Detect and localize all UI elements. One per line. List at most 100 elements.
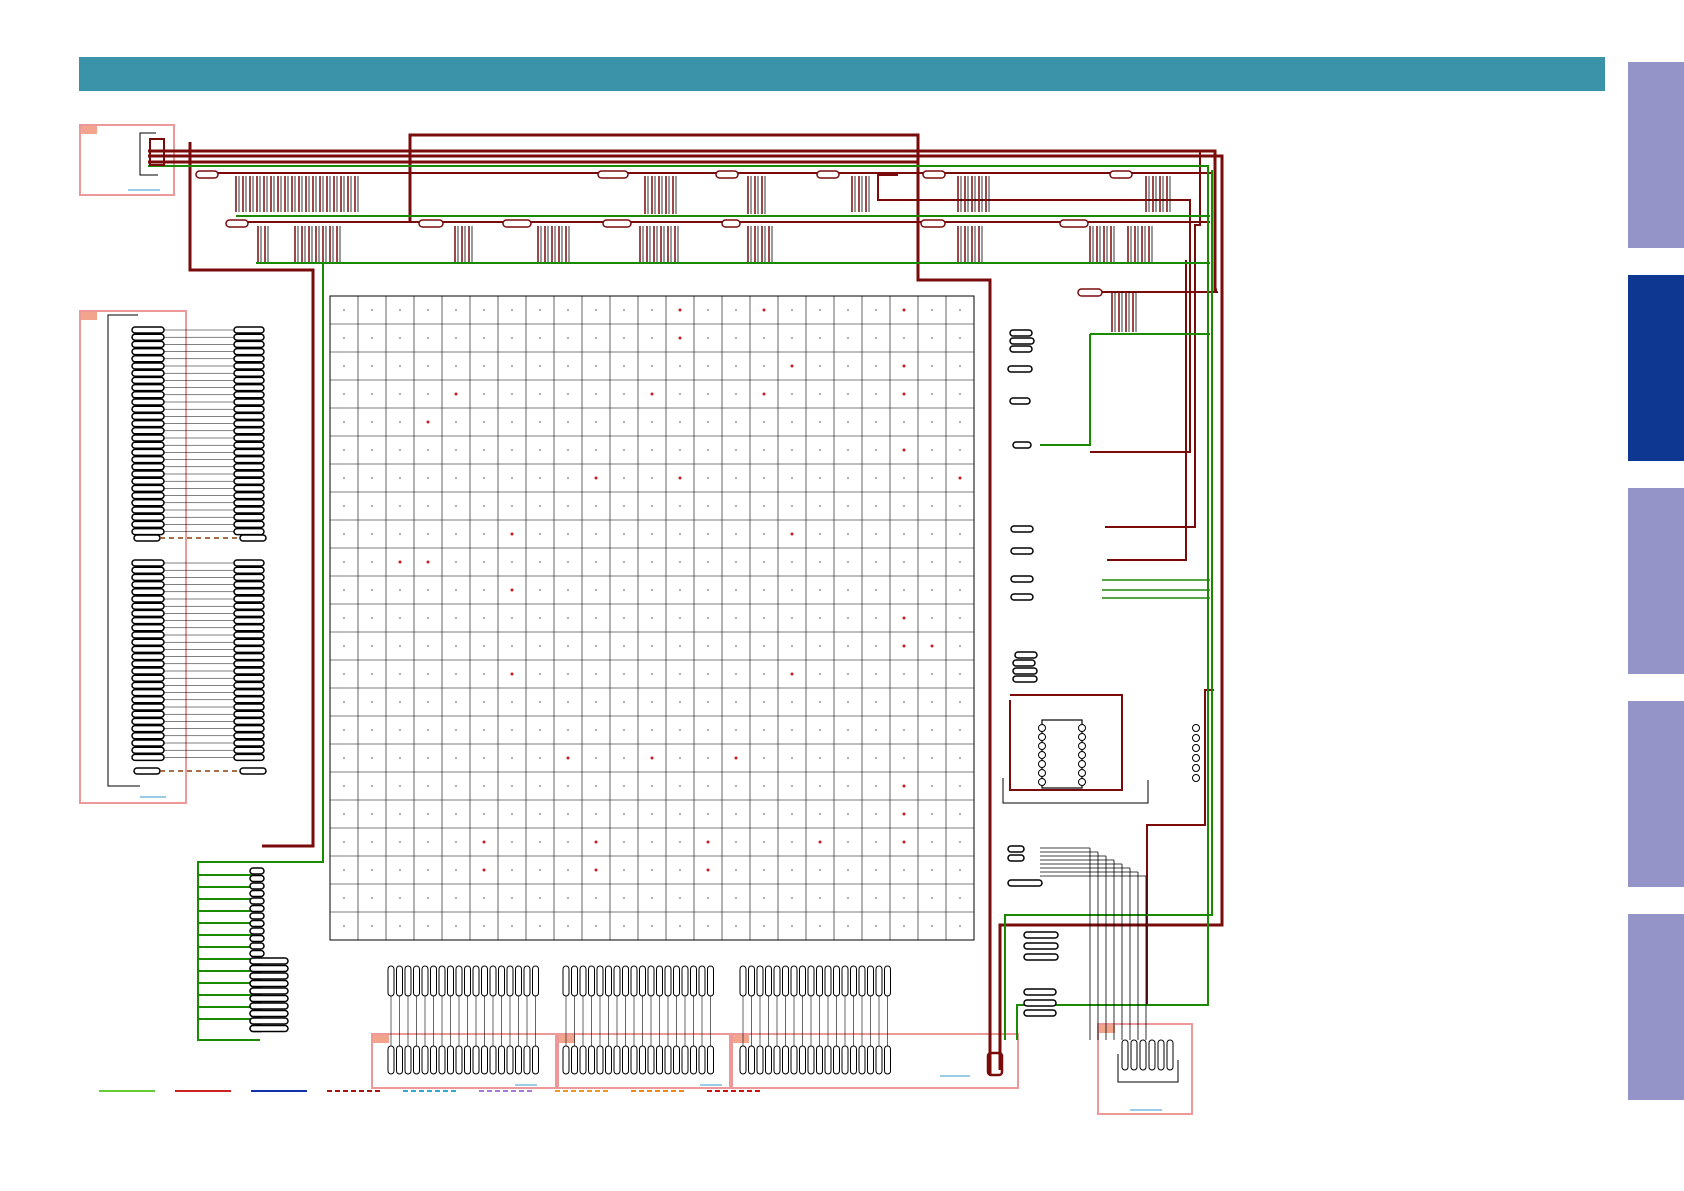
matrix-node: [763, 645, 765, 647]
right-pin-15: [1007, 854, 1025, 862]
pin-left-b: [233, 477, 265, 485]
matrix-node: [903, 337, 905, 339]
matrix-node: [735, 365, 737, 367]
resistor-mid-5: [721, 219, 741, 228]
matrix-node: [875, 757, 877, 759]
matrix-node: [510, 672, 514, 676]
bank-2-upper: [707, 965, 714, 997]
bank-2-upper: [664, 965, 672, 997]
matrix-node: [762, 308, 766, 312]
matrix-node: [791, 477, 793, 479]
matrix-node: [510, 588, 514, 592]
pin-left-c: [131, 660, 165, 668]
right-pin-18: [1023, 942, 1059, 950]
matrix-node: [903, 505, 905, 507]
matrix-node: [427, 365, 429, 367]
pin-bottom-left-wide: [249, 979, 289, 988]
matrix-node: [819, 757, 821, 759]
matrix-node: [847, 533, 849, 535]
matrix-node: [651, 869, 653, 871]
bank-2-lower: [613, 1045, 621, 1075]
pin-left-end-c: [133, 767, 161, 775]
connector-box-bottom-1-tag: [373, 1035, 389, 1043]
bank-1-lower: [387, 1045, 395, 1075]
wire-green-block-1: [1040, 334, 1091, 446]
side-tab-1[interactable]: [1628, 62, 1684, 248]
bank-1-upper: [421, 965, 429, 997]
matrix-node: [679, 701, 681, 703]
matrix-node: [483, 421, 485, 423]
pin-left-d: [233, 645, 265, 654]
side-tab-3[interactable]: [1628, 488, 1684, 674]
matrix-node: [539, 841, 541, 843]
matrix-node: [539, 477, 541, 479]
matrix-node: [427, 785, 429, 787]
matrix-node: [902, 784, 906, 788]
matrix-node: [706, 868, 710, 872]
pin-left-c: [131, 624, 165, 632]
matrix-node: [567, 561, 569, 563]
matrix-node: [735, 477, 737, 479]
matrix-node: [903, 897, 905, 899]
side-tab-5[interactable]: [1628, 914, 1684, 1100]
connector-box-left-tag: [81, 312, 97, 320]
pin-left-a: [131, 326, 165, 334]
pin-left-b: [233, 340, 265, 349]
matrix-node: [399, 477, 401, 479]
side-tab-4[interactable]: [1628, 701, 1684, 887]
matrix-node: [735, 533, 737, 535]
bank-1-upper: [455, 965, 463, 997]
ic-pin-right: [1078, 769, 1086, 777]
matrix-node: [595, 673, 597, 675]
matrix-node: [847, 393, 849, 395]
bank-2-upper: [588, 965, 595, 997]
matrix-node: [623, 673, 625, 675]
bank-2-upper: [639, 965, 646, 997]
matrix-node: [399, 617, 401, 619]
matrix-node: [707, 673, 709, 675]
bank-3-lower: [799, 1045, 806, 1075]
pin-left-b: [233, 355, 265, 363]
matrix-node: [623, 477, 625, 479]
matrix-node: [847, 617, 849, 619]
bank-3-upper: [765, 965, 772, 997]
matrix-node: [399, 729, 401, 731]
pin-left-d: [233, 660, 265, 668]
pin-left-end-a: [133, 534, 161, 542]
matrix-node: [427, 673, 429, 675]
matrix-node: [903, 561, 905, 563]
matrix-node: [959, 617, 961, 619]
matrix-node: [623, 813, 625, 815]
matrix-node: [427, 309, 429, 311]
matrix-node: [511, 617, 513, 619]
resistor-top-4: [816, 170, 840, 179]
pin-left-c: [131, 566, 165, 574]
pin-left-d: [233, 746, 265, 754]
matrix-node: [735, 505, 737, 507]
matrix-node: [651, 729, 653, 731]
right-pin-12: [1012, 667, 1038, 675]
matrix-node: [847, 337, 849, 339]
matrix-node: [819, 869, 821, 871]
matrix-node: [455, 561, 457, 563]
resistor-mid-7: [1059, 219, 1089, 228]
pin-left-d: [233, 703, 265, 711]
matrix-node: [399, 813, 401, 815]
bank-1-lower: [489, 1045, 497, 1075]
matrix-node: [427, 449, 429, 451]
pin-bottom-left: [249, 934, 265, 943]
matrix-node: [398, 560, 402, 564]
pin-bottom-left-wide: [249, 1017, 289, 1025]
matrix-node: [763, 673, 765, 675]
pin-left-c: [131, 688, 165, 697]
bank-3-lower: [841, 1045, 849, 1075]
matrix-node: [791, 925, 793, 927]
matrix-node: [567, 785, 569, 787]
matrix-node: [483, 813, 485, 815]
matrix-node: [847, 645, 849, 647]
matrix-node: [902, 392, 906, 396]
resistor-mid-6: [920, 219, 946, 228]
matrix-node: [819, 729, 821, 731]
matrix-node: [539, 813, 541, 815]
side-tab-2[interactable]: [1628, 275, 1684, 461]
